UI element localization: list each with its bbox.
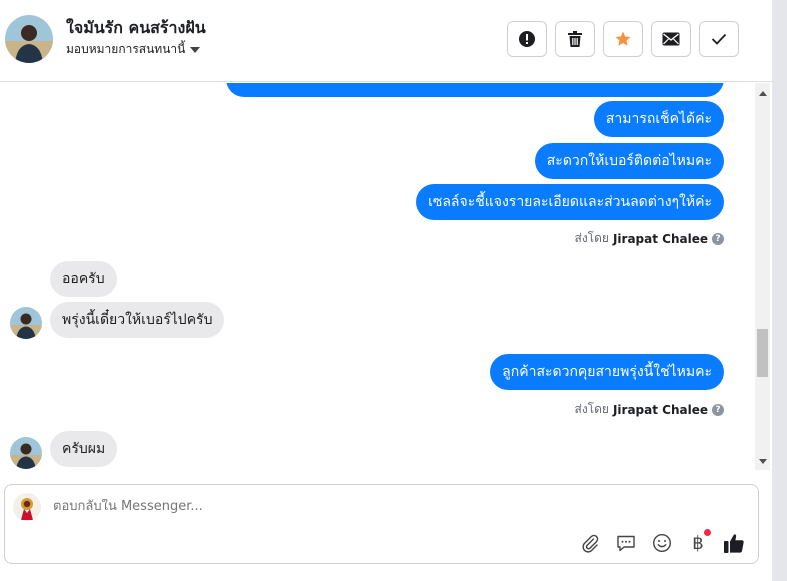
page-avatar xyxy=(13,493,41,521)
message-bubble-outgoing-partial[interactable] xyxy=(226,83,724,97)
caret-down-icon xyxy=(190,47,201,53)
help-icon[interactable]: ? xyxy=(712,232,724,245)
contact-avatar[interactable] xyxy=(5,15,53,63)
composer-tools: ฿ xyxy=(578,529,746,555)
message-bubble-incoming[interactable]: พรุ่งนี้เดี๋ยวให้เบอร์ไปครับ xyxy=(50,302,225,338)
baht-icon: ฿ xyxy=(692,532,704,554)
attach-button[interactable] xyxy=(578,531,602,555)
message-bubble-incoming[interactable]: ครับผม xyxy=(50,431,118,467)
assign-conversation-dropdown[interactable]: มอบหมายการสนทนานี้ xyxy=(66,40,201,59)
window-edge xyxy=(772,0,787,581)
sent-by-label: ส่งโดย Jirapat Chalee ? xyxy=(574,400,724,419)
star-button[interactable] xyxy=(603,21,643,57)
star-icon xyxy=(615,31,631,46)
reply-composer: ฿ xyxy=(4,484,759,564)
sent-by-label: ส่งโดย Jirapat Chalee ? xyxy=(574,229,724,248)
header-actions xyxy=(507,21,739,57)
conversation-header: ใจมันรัก คนสร้างฝัน มอบหมายการสนทนานี้ xyxy=(0,0,772,82)
smiley-icon xyxy=(652,533,672,553)
check-icon xyxy=(711,33,727,45)
scrollbar-thumb[interactable] xyxy=(757,329,768,377)
message-bubble-outgoing[interactable]: เซลล์จะชี้แจงรายละเอียดและส่วนลดต่างๆให้… xyxy=(416,184,724,220)
message-bubble-outgoing[interactable]: สามารถเช็คได้ค่ะ xyxy=(593,101,724,137)
mark-unread-button[interactable] xyxy=(651,21,691,57)
assign-label: มอบหมายการสนทนานี้ xyxy=(66,42,186,56)
sent-by-name[interactable]: Jirapat Chalee xyxy=(613,403,708,417)
message-thread[interactable]: สามารถเช็คได้ค่ะ สะดวกให้เบอร์ติดต่อไหมค… xyxy=(0,83,755,470)
saved-replies-button[interactable] xyxy=(614,531,638,555)
scroll-up-arrow-icon[interactable] xyxy=(759,91,767,96)
delete-button[interactable] xyxy=(555,21,595,57)
sent-by-name[interactable]: Jirapat Chalee xyxy=(613,232,708,246)
message-bubble-outgoing[interactable]: สะดวกให้เบอร์ติดต่อไหมคะ xyxy=(534,143,724,179)
sent-by-prefix: ส่งโดย xyxy=(574,402,609,416)
notification-dot xyxy=(704,529,711,536)
emoji-button[interactable] xyxy=(650,531,674,555)
paperclip-icon xyxy=(582,534,599,553)
trash-icon xyxy=(568,31,582,47)
mark-done-button[interactable] xyxy=(699,21,739,57)
exclamation-icon xyxy=(519,31,535,47)
reply-input[interactable] xyxy=(53,499,653,514)
chat-bubble-icon xyxy=(617,535,635,552)
contact-avatar-small[interactable] xyxy=(10,437,42,469)
scroll-down-arrow-icon[interactable] xyxy=(759,459,767,464)
message-bubble-incoming[interactable]: ออครับ xyxy=(50,261,117,297)
sent-by-prefix: ส่งโดย xyxy=(574,231,609,245)
help-icon[interactable]: ? xyxy=(712,403,724,416)
envelope-icon xyxy=(662,32,680,46)
inbox-conversation-panel: ใจมันรัก คนสร้างฝัน มอบหมายการสนทนานี้ ส… xyxy=(0,0,772,581)
contact-name[interactable]: ใจมันรัก คนสร้างฝัน xyxy=(66,16,206,41)
contact-avatar-small[interactable] xyxy=(10,307,42,339)
thread-scrollbar[interactable] xyxy=(755,83,770,470)
thumbs-up-icon xyxy=(724,534,744,553)
message-bubble-outgoing[interactable]: ลูกค้าสะดวกคุยสายพรุ่งนี้ใช่ไหมคะ xyxy=(490,354,724,390)
like-button[interactable] xyxy=(722,531,746,555)
payment-button[interactable]: ฿ xyxy=(686,529,711,555)
report-button[interactable] xyxy=(507,21,547,57)
